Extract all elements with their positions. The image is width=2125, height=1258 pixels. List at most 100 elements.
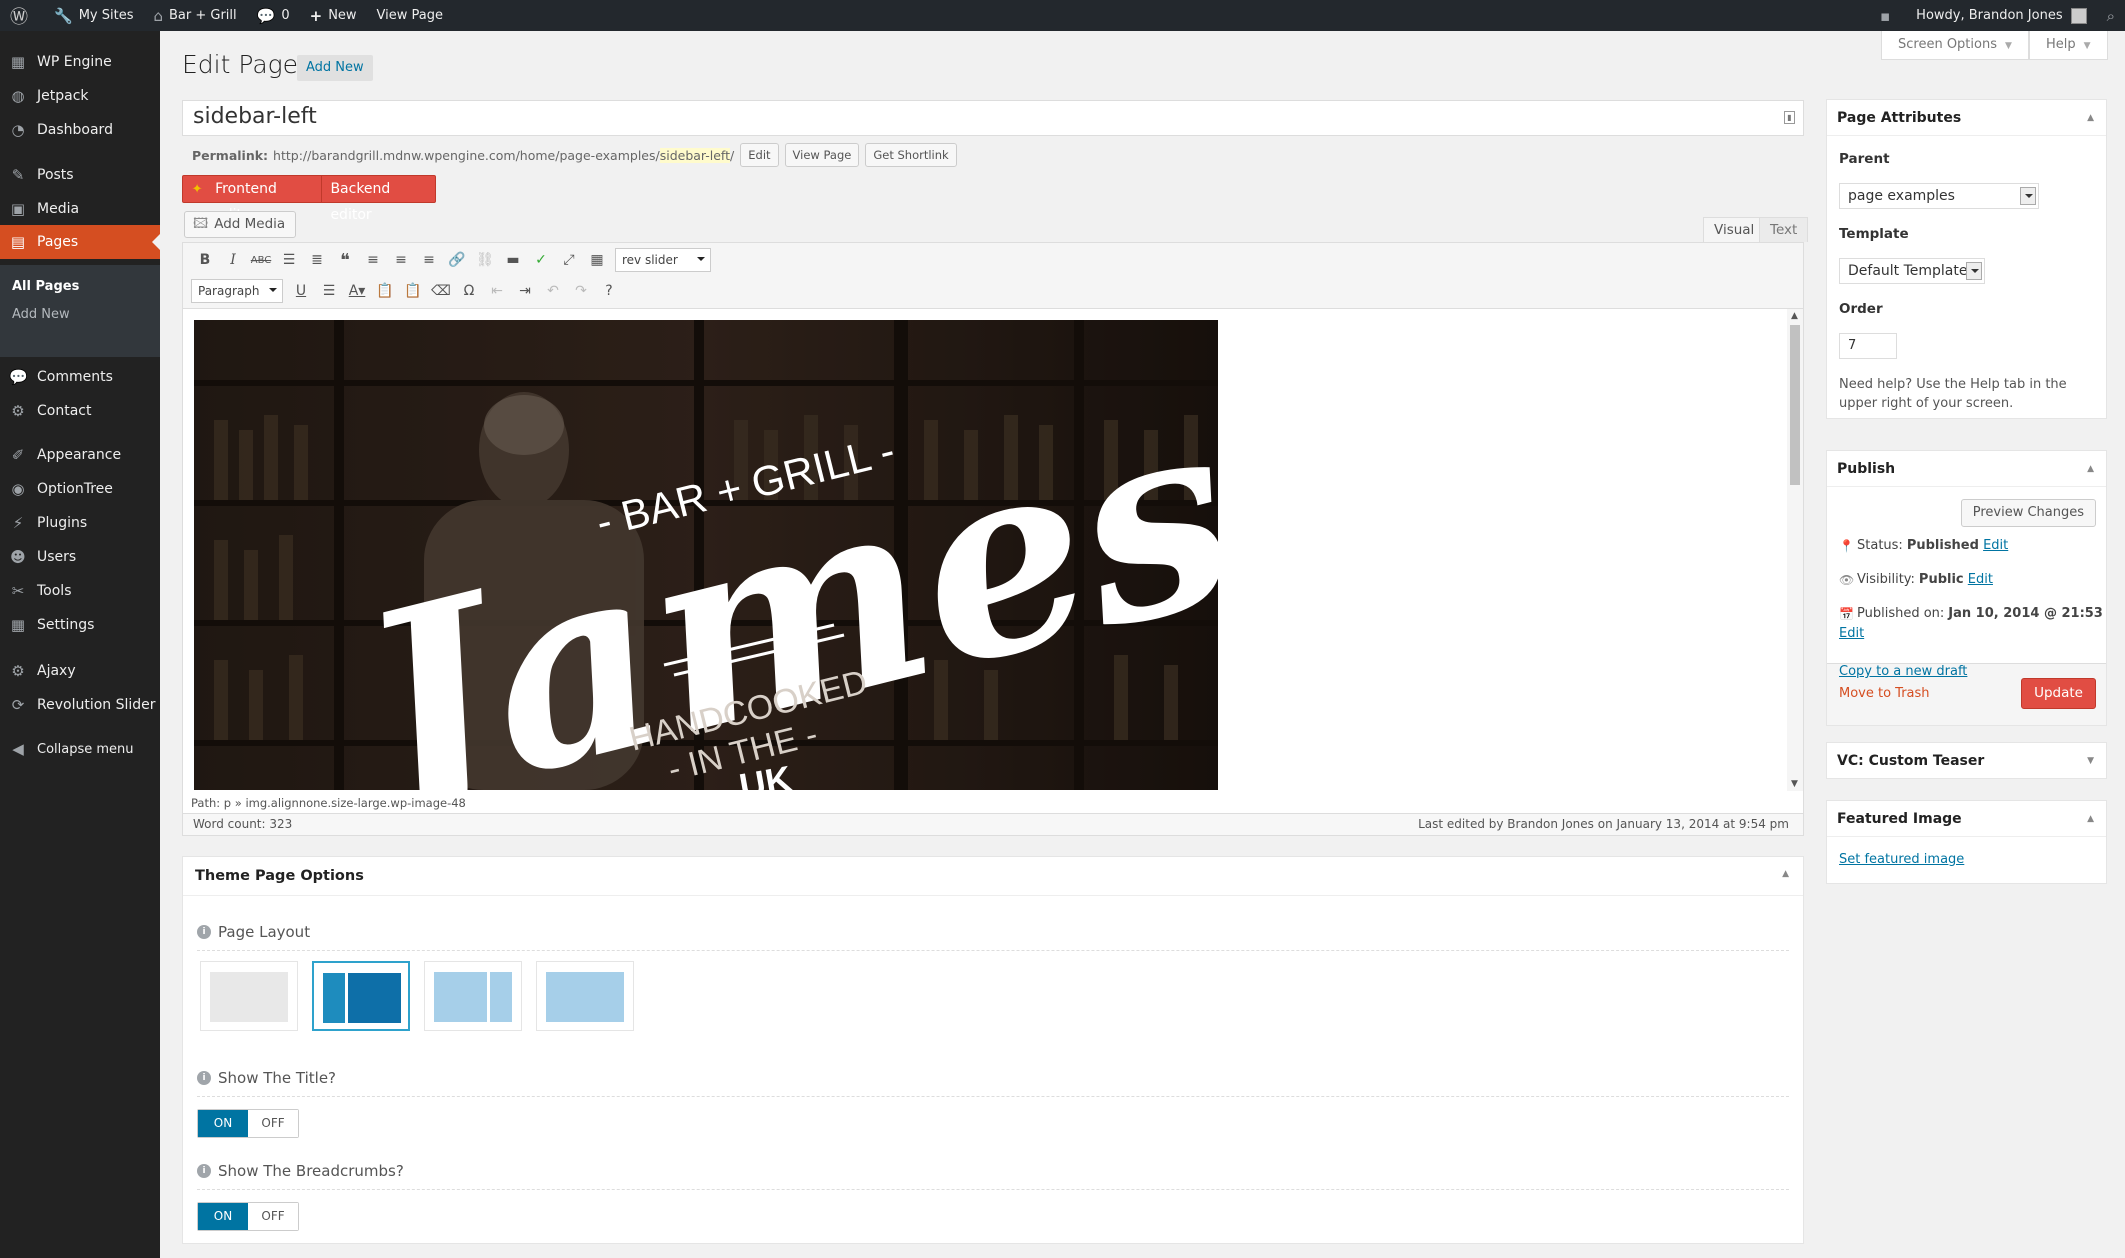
hero-image[interactable]: - BAR + GRILL - James HANDCOOKED - IN TH… <box>194 320 1218 790</box>
scroll-up-icon[interactable]: ▲ <box>1791 311 1798 321</box>
paste-word-icon[interactable]: 📋 <box>399 283 427 299</box>
underline-icon[interactable]: U <box>287 283 315 299</box>
toggle-off[interactable]: OFF <box>248 1110 298 1137</box>
comments-link[interactable]: 💬 0 <box>247 0 300 31</box>
backend-editor-button[interactable]: Backend editor <box>322 176 435 223</box>
layout-option-sidebar-right[interactable] <box>424 961 522 1031</box>
view-page-button[interactable]: View Page <box>784 143 860 167</box>
menu-item-users[interactable]: ☻ Users <box>0 540 160 574</box>
vc-custom-teaser-box[interactable]: VC: Custom Teaser ▼ <box>1826 742 2107 779</box>
set-featured-image-link[interactable]: Set featured image <box>1839 852 1964 867</box>
menu-item-pages[interactable]: ▤ Pages <box>0 225 160 259</box>
scrollbar-thumb[interactable] <box>1790 325 1800 485</box>
search-toggle[interactable]: ⌕ <box>2097 0 2125 31</box>
notifications-link[interactable]: ▪ <box>1870 0 1906 31</box>
template-select[interactable]: Default Template <box>1839 258 1985 284</box>
justify-icon[interactable]: ☰ <box>315 283 343 299</box>
editor-content-area[interactable]: - BAR + GRILL - James HANDCOOKED - IN TH… <box>183 309 1803 791</box>
toolbar-toggle-icon[interactable]: ▦ <box>583 252 611 268</box>
show-title-toggle[interactable]: ON OFF <box>197 1109 299 1138</box>
submenu-add-new[interactable]: Add New <box>12 307 70 322</box>
menu-item-appearance[interactable]: ✐ Appearance <box>0 438 160 472</box>
collapse-menu-button[interactable]: ◀ Collapse menu <box>0 732 160 766</box>
edit-permalink-button[interactable]: Edit <box>740 143 779 167</box>
help-icon[interactable]: ? <box>595 283 623 299</box>
get-shortlink-button[interactable]: Get Shortlink <box>865 143 957 167</box>
move-to-trash-link[interactable]: Move to Trash <box>1839 686 1930 701</box>
menu-item-media[interactable]: ▣ Media <box>0 192 160 226</box>
order-input[interactable]: 7 <box>1839 333 1897 359</box>
screen-options-tab[interactable]: Screen Options ▼ <box>1881 31 2029 60</box>
spellcheck-icon[interactable]: ✓ <box>527 252 555 268</box>
preview-changes-button[interactable]: Preview Changes <box>1960 499 2096 527</box>
menu-item-posts[interactable]: ✎ Posts <box>0 158 160 192</box>
scroll-down-icon[interactable]: ▼ <box>1791 779 1798 789</box>
menu-item-ajaxy[interactable]: ⚙ Ajaxy <box>0 654 160 688</box>
layout-option-sidebar-left[interactable] <box>312 961 410 1031</box>
edit-date-link[interactable]: Edit <box>1839 626 1864 641</box>
read-more-icon[interactable]: ▬ <box>499 252 527 268</box>
site-name-link[interactable]: ⌂ Bar + Grill <box>143 0 246 31</box>
collapse-arrow-icon[interactable]: ▲ <box>2087 464 2094 474</box>
toggle-on[interactable]: ON <box>198 1203 248 1230</box>
expand-arrow-icon[interactable]: ▼ <box>2087 756 2094 766</box>
align-center-icon[interactable]: ≡ <box>387 252 415 268</box>
italic-icon[interactable]: I <box>219 252 247 268</box>
tab-visual[interactable]: Visual <box>1703 217 1766 242</box>
link-icon[interactable]: 🔗 <box>443 252 471 268</box>
numbered-list-icon[interactable]: ≣ <box>303 252 331 268</box>
collapse-arrow-icon[interactable]: ▲ <box>2087 113 2094 123</box>
toggle-on[interactable]: ON <box>198 1110 248 1137</box>
submenu-all-pages[interactable]: All Pages <box>12 279 79 294</box>
align-right-icon[interactable]: ≡ <box>415 252 443 268</box>
add-media-button[interactable]: 🖾 Add Media <box>184 211 297 238</box>
bullet-list-icon[interactable]: ☰ <box>275 252 303 268</box>
menu-item-optiontree[interactable]: ◉ OptionTree <box>0 472 160 506</box>
unlink-icon[interactable]: ⛓ <box>471 252 499 268</box>
fullscreen-icon[interactable]: ⤢ <box>555 252 583 268</box>
post-title-input[interactable]: sidebar-left ▮ <box>182 100 1804 136</box>
copy-to-draft-link[interactable]: Copy to a new draft <box>1839 664 1967 679</box>
undo-icon[interactable]: ↶ <box>539 283 567 299</box>
edit-status-link[interactable]: Edit <box>1983 538 2008 553</box>
menu-item-comments[interactable]: 💬 Comments <box>0 360 160 394</box>
redo-icon[interactable]: ↷ <box>567 283 595 299</box>
special-character-icon[interactable]: Ω <box>455 283 483 299</box>
help-tab[interactable]: Help ▼ <box>2029 31 2108 60</box>
strikethrough-icon[interactable]: ABC <box>247 255 275 266</box>
view-page-link[interactable]: View Page <box>367 0 453 31</box>
layout-option-full-width[interactable] <box>200 961 298 1031</box>
wordpress-logo[interactable]: Ⓦ <box>0 0 44 31</box>
menu-item-tools[interactable]: ✂ Tools <box>0 574 160 608</box>
permalink-slug[interactable]: sidebar-left <box>659 147 731 163</box>
blockquote-icon[interactable]: ❝ <box>331 250 359 271</box>
editor-scrollbar[interactable]: ▲ ▼ <box>1787 309 1803 791</box>
menu-item-wpengine[interactable]: ▦ WP Engine <box>0 45 160 79</box>
account-menu[interactable]: Howdy, Brandon Jones <box>1906 0 2096 31</box>
permalink-base[interactable]: http://barandgrill.mdnw.wpengine.com/hom… <box>273 148 660 163</box>
indent-icon[interactable]: ⇥ <box>511 283 539 299</box>
toggle-off[interactable]: OFF <box>248 1203 298 1230</box>
frontend-editor-button[interactable]: Frontend editor <box>207 176 323 223</box>
format-select[interactable]: Paragraph <box>191 279 283 303</box>
paste-text-icon[interactable]: 📋 <box>371 283 399 299</box>
collapse-arrow-icon[interactable]: ▲ <box>2087 814 2094 824</box>
edit-visibility-link[interactable]: Edit <box>1968 572 1993 587</box>
parent-select[interactable]: page examples <box>1839 183 2039 209</box>
add-new-button[interactable]: Add New <box>297 55 373 81</box>
menu-item-dashboard[interactable]: ◔ Dashboard <box>0 113 160 147</box>
tab-text[interactable]: Text <box>1759 217 1809 242</box>
align-left-icon[interactable]: ≡ <box>359 252 387 268</box>
menu-item-plugins[interactable]: ⚡ Plugins <box>0 506 160 540</box>
new-content-link[interactable]: + New <box>300 0 367 31</box>
show-breadcrumbs-toggle[interactable]: ON OFF <box>197 1202 299 1231</box>
outdent-icon[interactable]: ⇤ <box>483 283 511 299</box>
text-color-icon[interactable]: A▾ <box>343 283 371 299</box>
menu-item-revolution-slider[interactable]: ⟳ Revolution Slider <box>0 688 160 722</box>
clear-formatting-icon[interactable]: ⌫ <box>427 283 455 299</box>
layout-option-no-sidebar[interactable] <box>536 961 634 1031</box>
bold-icon[interactable]: B <box>191 252 219 268</box>
collapse-arrow-icon[interactable]: ▲ <box>1782 869 1789 879</box>
menu-item-contact[interactable]: ⚙ Contact <box>0 394 160 428</box>
shortcode-select[interactable]: rev slider <box>615 248 711 272</box>
